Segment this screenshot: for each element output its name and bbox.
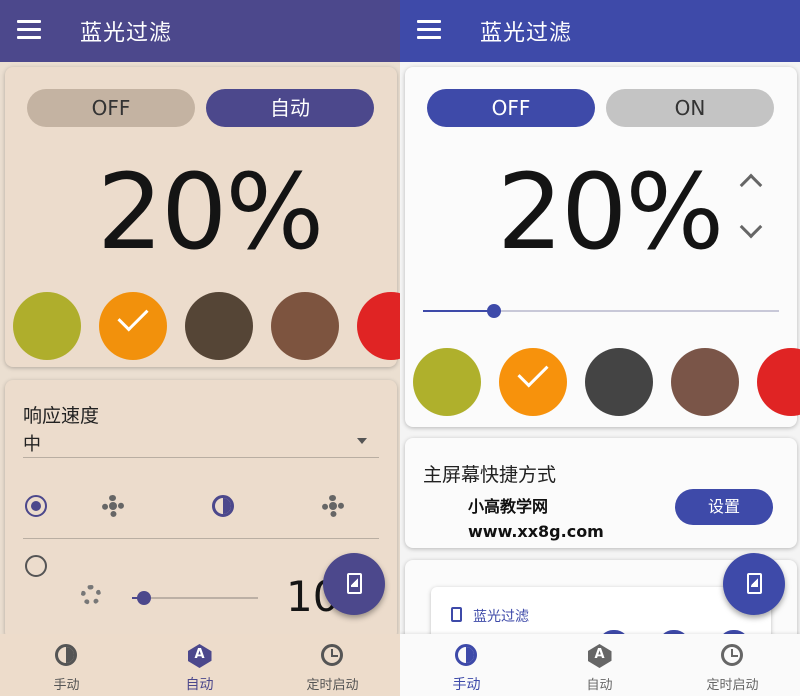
increase-icon[interactable] [739, 173, 763, 197]
nav-auto-label: 自动 [185, 677, 214, 693]
nav-manual-label: 手动 [53, 678, 80, 693]
nav-scheduled-label: 定时启动 [706, 678, 759, 693]
bottom-navigation: 手动 A 自动 定时启动 [400, 634, 800, 696]
off-button[interactable]: OFF [427, 89, 595, 127]
color-swatch-orange[interactable] [99, 292, 167, 360]
color-swatch-orange[interactable] [499, 348, 567, 416]
watermark-name: 小高教学网 [468, 497, 549, 516]
bottom-navigation: 手动 A 自动 定时启动 [0, 634, 400, 696]
custom-radio[interactable] [25, 555, 47, 577]
brightness-high-icon [322, 495, 344, 517]
color-swatch-dark-brown[interactable] [185, 292, 253, 360]
speed-slider-track[interactable] [132, 591, 258, 605]
auto-icon: A [588, 644, 612, 668]
manual-icon [54, 644, 79, 668]
phone-filter-icon [747, 573, 762, 594]
response-speed-select[interactable]: 中 [23, 428, 379, 458]
nav-auto-label: 自动 [586, 678, 613, 693]
sun-icon [81, 585, 101, 605]
shortcut-fab[interactable] [723, 553, 785, 615]
nav-manual[interactable]: 手动 [400, 634, 533, 696]
shortcut-fab[interactable] [323, 553, 385, 615]
setup-button[interactable]: 设置 [675, 489, 773, 525]
alarm-clock-icon [720, 644, 745, 668]
brightness-auto-icon [212, 495, 234, 517]
color-swatch-brown[interactable] [271, 292, 339, 360]
divider [23, 538, 379, 539]
shortcut-title: 主屏幕快捷方式 [423, 464, 557, 486]
intensity-slider-thumb[interactable] [487, 304, 502, 318]
right-screen: 蓝光过滤 OFF ON 20% 主屏幕快捷方式 设置 小高教学网 www.xx8… [400, 0, 800, 696]
preset-radio[interactable] [25, 495, 47, 517]
filter-percentage: 20% [497, 151, 724, 273]
auto-button[interactable]: 自动 [206, 89, 374, 127]
nav-manual[interactable]: 手动 [0, 634, 133, 696]
filter-percentage: 20% [97, 151, 324, 273]
left-screen: 蓝光过滤 OFF 自动 20% 响应速度 中 10 手动 A 自动 定时启动 [0, 0, 400, 696]
widget-title: 蓝光过滤 [473, 609, 529, 625]
color-swatch-olive[interactable] [13, 292, 81, 360]
nav-manual-label: 手动 [452, 677, 481, 693]
response-speed-title: 响应速度 [23, 405, 100, 427]
manual-icon [454, 644, 479, 668]
brightness-low-icon [102, 495, 124, 517]
shortcut-card: 主屏幕快捷方式 设置 小高教学网 www.xx8g.com [405, 438, 797, 548]
nav-scheduled-label: 定时启动 [306, 678, 359, 693]
intensity-slider-track[interactable] [423, 304, 779, 318]
watermark-url: www.xx8g.com [468, 522, 604, 541]
check-icon [517, 356, 549, 388]
nav-scheduled[interactable]: 定时启动 [266, 634, 399, 696]
app-title: 蓝光过滤 [80, 21, 173, 46]
app-bar: 蓝光过滤 [400, 0, 800, 62]
intensity-slider-fill [423, 310, 495, 312]
color-swatch-olive[interactable] [413, 348, 481, 416]
on-button[interactable]: ON [606, 89, 774, 127]
speed-slider-thumb[interactable] [137, 591, 151, 605]
auto-icon: A [188, 644, 212, 668]
off-button[interactable]: OFF [27, 89, 195, 127]
color-swatch-dark-gray[interactable] [585, 348, 653, 416]
nav-auto[interactable]: A 自动 [533, 634, 666, 696]
alarm-clock-icon [320, 644, 345, 668]
nav-scheduled[interactable]: 定时启动 [666, 634, 799, 696]
app-bar: 蓝光过滤 [0, 0, 400, 62]
nav-auto[interactable]: A 自动 [133, 634, 266, 696]
decrease-icon[interactable] [739, 215, 763, 239]
menu-icon[interactable] [417, 20, 441, 40]
color-swatch-brown[interactable] [671, 348, 739, 416]
app-title: 蓝光过滤 [480, 21, 573, 46]
widget-phone-icon [451, 607, 462, 622]
dropdown-arrow-icon [357, 438, 367, 444]
phone-filter-icon [347, 573, 362, 594]
check-icon [117, 300, 149, 332]
menu-icon[interactable] [17, 20, 41, 40]
response-speed-value: 中 [23, 434, 41, 455]
